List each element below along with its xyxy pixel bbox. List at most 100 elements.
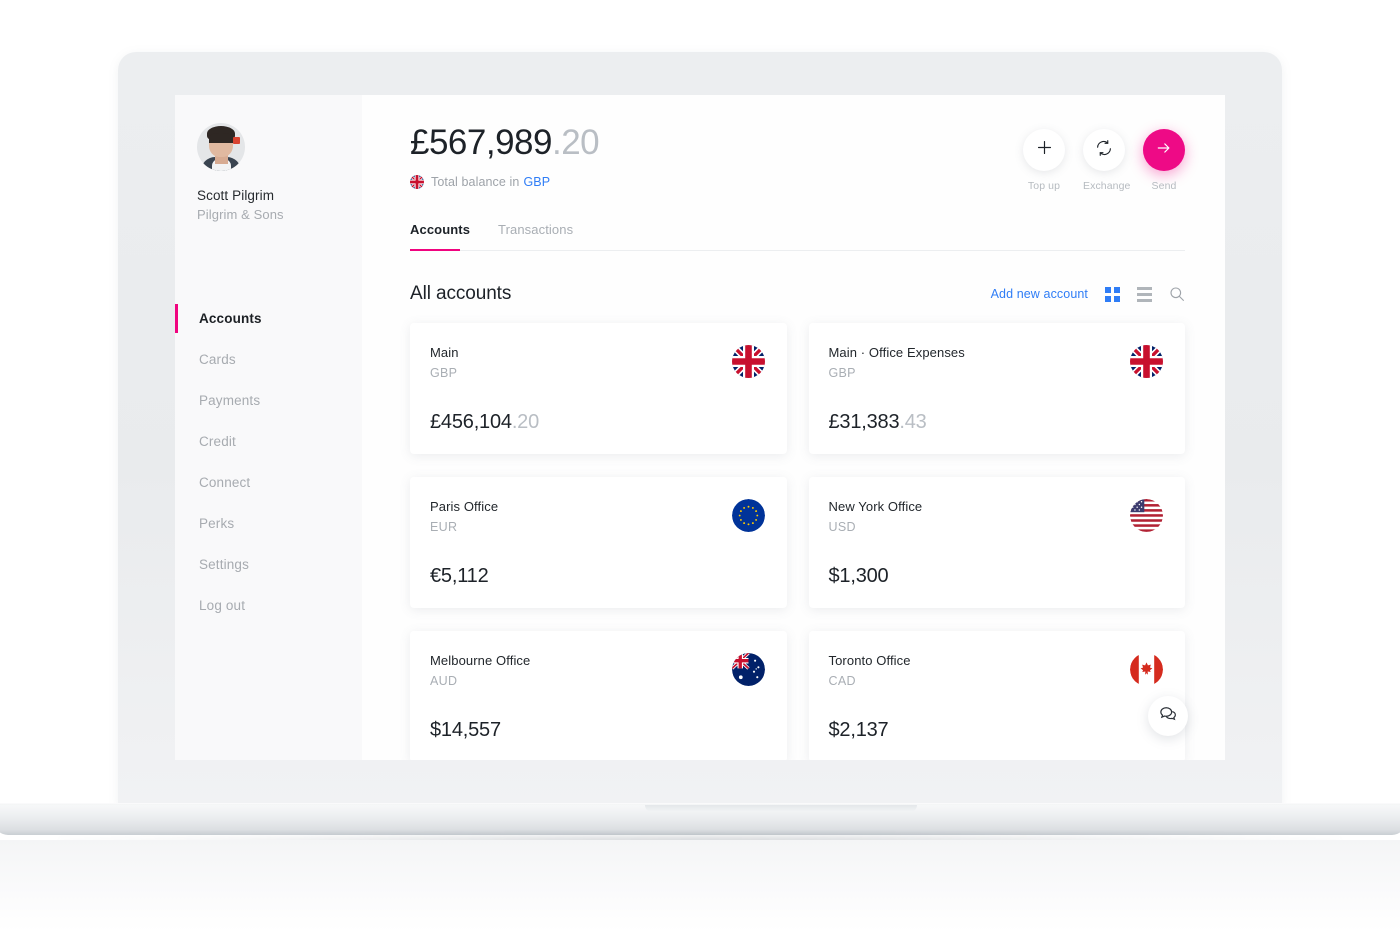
account-amount-main: $2,137 xyxy=(828,719,889,741)
avatar[interactable] xyxy=(197,123,245,171)
sidebar-item-label: Perks xyxy=(199,516,235,531)
us-flag-icon xyxy=(1130,499,1163,532)
account-card[interactable]: Paris Office EUR €5,112 xyxy=(410,477,787,608)
profile-name: Scott Pilgrim xyxy=(197,188,275,203)
account-name: Paris Office xyxy=(430,499,499,514)
sidebar-nav: Accounts Cards Payments Credit Connect P… xyxy=(175,298,362,626)
account-card[interactable]: Main GBP £456,104.20 xyxy=(410,323,787,454)
account-amount: €5,112 xyxy=(430,565,765,588)
sidebar-item-label: Connect xyxy=(199,475,251,490)
sidebar-item-label: Payments xyxy=(199,393,261,408)
account-amount: £31,383.43 xyxy=(829,411,1164,434)
ca-flag-icon xyxy=(1130,653,1163,686)
account-name: New York Office xyxy=(828,499,923,514)
quick-actions: Top up Exchange Send xyxy=(1023,125,1185,192)
sidebar-item-connect[interactable]: Connect xyxy=(175,462,362,503)
account-amount-main: €5,112 xyxy=(430,565,489,587)
exchange-action: Exchange xyxy=(1083,129,1131,192)
sidebar-item-log-out[interactable]: Log out xyxy=(175,585,362,626)
total-balance-decimals: .20 xyxy=(551,123,600,162)
account-currency: AUD xyxy=(430,674,458,688)
sidebar-item-label: Settings xyxy=(199,557,249,572)
tab-transactions[interactable]: Transactions xyxy=(498,222,573,250)
accounts-grid: Main GBP £456,104.20 Main · Office Expen… xyxy=(410,323,1185,760)
sidebar-item-label: Credit xyxy=(199,434,236,449)
account-amount: $14,557 xyxy=(430,719,765,742)
chat-bubble-icon xyxy=(1158,704,1178,729)
gb-flag-icon xyxy=(731,345,765,378)
account-amount: £456,104.20 xyxy=(430,411,765,434)
account-currency: EUR xyxy=(430,520,458,534)
tab-label: Accounts xyxy=(410,222,471,237)
top-up-action: Top up xyxy=(1023,129,1065,192)
sidebar-item-settings[interactable]: Settings xyxy=(175,544,362,585)
account-amount: $2,137 xyxy=(829,719,1164,742)
total-balance: £567,989.20 xyxy=(410,123,600,162)
account-amount-main: $1,300 xyxy=(828,565,889,587)
exchange-refresh-icon xyxy=(1095,139,1113,162)
eu-flag-icon xyxy=(731,499,765,532)
support-chat-button[interactable] xyxy=(1148,696,1188,736)
gb-flag-icon xyxy=(410,175,424,189)
laptop-hinge-notch xyxy=(645,805,917,812)
account-amount-decimals: .43 xyxy=(899,411,927,433)
grid-view-icon[interactable] xyxy=(1105,286,1120,302)
tab-bar: Accounts Transactions xyxy=(410,222,1185,251)
add-new-account-link[interactable]: Add new account xyxy=(991,287,1088,301)
plus-icon xyxy=(1036,139,1053,161)
account-name: Toronto Office xyxy=(828,653,911,668)
account-currency: GBP xyxy=(430,366,458,380)
account-name: Melbourne Office xyxy=(430,653,531,668)
account-amount: $1,300 xyxy=(829,565,1164,588)
sidebar-item-perks[interactable]: Perks xyxy=(175,503,362,544)
section-header: All accounts Add new account xyxy=(410,283,1185,305)
sidebar-item-label: Log out xyxy=(199,598,246,613)
account-currency: USD xyxy=(828,520,856,534)
sidebar-item-label: Cards xyxy=(199,352,236,367)
main-content: £567,989.20 Total balance in GBP Top up … xyxy=(362,95,1225,760)
sidebar-item-credit[interactable]: Credit xyxy=(175,421,362,462)
exchange-label: Exchange xyxy=(1083,180,1131,192)
search-icon[interactable] xyxy=(1169,286,1185,302)
arrow-right-icon xyxy=(1155,139,1173,162)
section-tools: Add new account xyxy=(991,286,1185,302)
avatar-badge-icon xyxy=(233,137,240,144)
gb-flag-icon xyxy=(1130,345,1163,378)
page-title: All accounts xyxy=(410,283,512,304)
account-currency: GBP xyxy=(828,366,856,380)
sidebar-item-label: Accounts xyxy=(199,311,262,326)
laptop-mockup: Scott Pilgrim Pilgrim & Sons Accounts Ca… xyxy=(0,0,1400,932)
profile-company: Pilgrim & Sons xyxy=(197,207,284,222)
tab-accounts[interactable]: Accounts xyxy=(410,222,470,250)
account-amount-main: £31,383 xyxy=(828,411,900,433)
sidebar-item-payments[interactable]: Payments xyxy=(175,380,362,421)
account-amount-main: £456,104 xyxy=(430,411,512,433)
send-button[interactable] xyxy=(1143,129,1185,171)
exchange-button[interactable] xyxy=(1083,129,1125,171)
top-up-label: Top up xyxy=(1027,180,1061,192)
app-screen: Scott Pilgrim Pilgrim & Sons Accounts Ca… xyxy=(175,95,1225,760)
account-currency: CAD xyxy=(828,674,856,688)
account-card[interactable]: New York Office USD $1,300 xyxy=(808,477,1185,608)
laptop-floor xyxy=(0,840,1400,932)
account-name: Main · Office Expenses xyxy=(828,345,965,360)
send-label: Send xyxy=(1151,180,1177,192)
balance-subtitle: Total balance in GBP xyxy=(410,175,599,189)
sidebar: Scott Pilgrim Pilgrim & Sons Accounts Ca… xyxy=(175,95,362,760)
tab-label: Transactions xyxy=(498,222,574,237)
sidebar-item-accounts[interactable]: Accounts xyxy=(175,298,362,339)
balance-subtitle-text: Total balance in xyxy=(431,175,520,189)
au-flag-icon xyxy=(731,653,765,686)
list-view-icon[interactable] xyxy=(1137,286,1152,302)
profile-block: Scott Pilgrim Pilgrim & Sons xyxy=(175,95,362,222)
total-balance-main: £567,989 xyxy=(410,123,552,162)
balance-subtitle-currency[interactable]: GBP xyxy=(523,175,550,189)
balance-header: £567,989.20 Total balance in GBP Top up … xyxy=(410,125,1185,192)
account-card[interactable]: Main · Office Expenses GBP £31,383.43 xyxy=(808,323,1185,454)
send-action: Send xyxy=(1143,129,1185,192)
top-up-button[interactable] xyxy=(1023,129,1065,171)
account-card[interactable]: Melbourne Office AUD $14,557 xyxy=(410,631,787,760)
account-card[interactable]: Toronto Office CAD $2,137 xyxy=(808,631,1185,760)
account-name: Main xyxy=(430,345,459,360)
sidebar-item-cards[interactable]: Cards xyxy=(175,339,362,380)
